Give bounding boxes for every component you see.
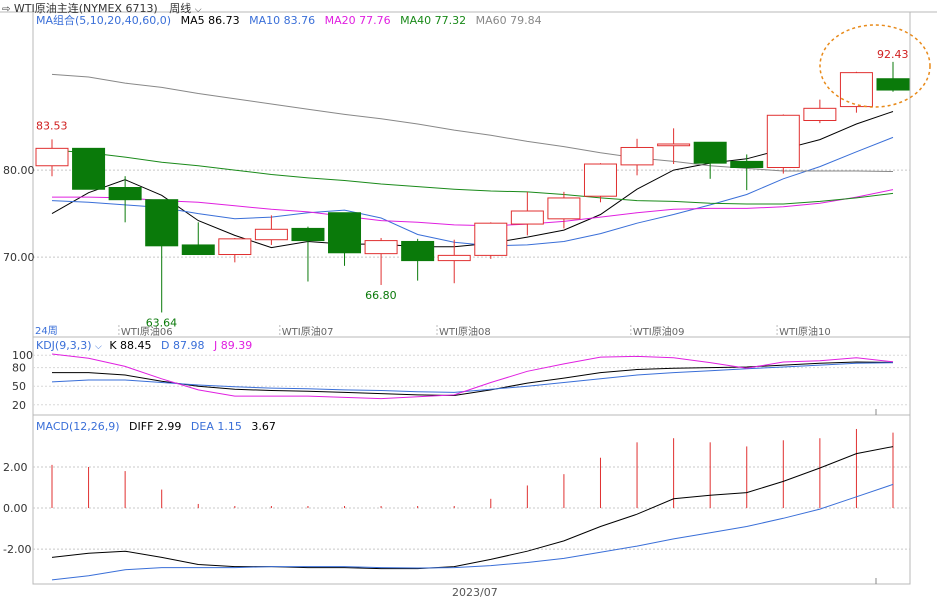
ma60-value: MA60 79.84 xyxy=(475,14,542,27)
candle-body xyxy=(693,141,727,164)
kdj-d-value: D 87.98 xyxy=(161,339,205,352)
macd-hist-value: 3.67 xyxy=(251,420,276,433)
ma5-value: MA5 86.73 xyxy=(180,14,240,27)
time-axis-label: WTI原油07 xyxy=(282,325,334,338)
main-y-tick-label: 70.00 xyxy=(3,251,35,264)
time-axis-label: WTI原油09 xyxy=(633,325,685,338)
kdj-line-j xyxy=(51,353,894,400)
candle-body xyxy=(839,72,873,108)
main-y-tick-label: 80.00 xyxy=(3,164,35,177)
candle-body xyxy=(254,228,288,241)
main-panel-frame xyxy=(32,11,911,338)
kdj-y-tick-label: 100 xyxy=(12,349,33,362)
candle-body xyxy=(35,147,69,167)
time-axis-label: WTI原油08 xyxy=(439,325,491,338)
highlight-ellipse xyxy=(819,24,931,108)
macd-line-dea xyxy=(51,483,894,581)
kdj-legend-label[interactable]: KDJ(9,3,3) xyxy=(36,339,92,352)
ma-legend: MA组合(5,10,20,40,60,0) MA5 86.73 MA10 83.… xyxy=(36,14,542,27)
macd-legend-label[interactable]: MACD(12,26,9) xyxy=(36,420,120,433)
time-axis-label: WTI原油10 xyxy=(779,325,831,338)
kline-chart: 70.0080.00205080100-2.000.002.00WTI原油06 W… xyxy=(0,11,937,585)
candle-body xyxy=(145,199,179,247)
candle-body xyxy=(401,240,435,262)
macd-diff-value: DIFF 2.99 xyxy=(129,420,182,433)
macd-panel-frame xyxy=(32,414,911,585)
candle-body xyxy=(291,227,325,242)
ma-legend-label[interactable]: MA组合(5,10,20,40,60,0) xyxy=(36,14,171,27)
candle-body xyxy=(364,240,398,255)
kdj-k-value: K 88.45 xyxy=(109,339,152,352)
candle-body xyxy=(474,222,508,256)
candle-body xyxy=(328,212,362,254)
price-label-low: 66.80 xyxy=(365,289,397,302)
ma20-value: MA20 77.76 xyxy=(324,14,391,27)
kdj-legend: KDJ(9,3,3) ⌵ K 88.45 D 87.98 J 89.39 xyxy=(36,339,252,354)
candle-body xyxy=(730,160,764,168)
macd-y-tick-label: 0.00 xyxy=(3,502,28,515)
candle-body xyxy=(766,114,800,168)
kdj-y-tick-label: 80 xyxy=(12,362,26,375)
candle-body xyxy=(547,197,581,220)
candle-body xyxy=(108,187,142,201)
macd-y-tick-label: -2.00 xyxy=(3,543,31,556)
candle-body xyxy=(510,210,544,225)
price-label-high: 92.43 xyxy=(877,48,909,61)
candle-body xyxy=(72,147,106,190)
candle-body xyxy=(181,244,215,256)
candle-body xyxy=(803,107,837,122)
bottom-date: 2023/07 xyxy=(452,586,498,599)
ma10-value: MA10 83.76 xyxy=(249,14,316,27)
candle-body xyxy=(218,238,252,256)
candle-body xyxy=(657,143,691,147)
candle-body xyxy=(876,78,910,91)
kdj-y-tick-label: 20 xyxy=(12,399,26,412)
candle-body xyxy=(437,254,471,262)
period-marker: 24周 xyxy=(35,325,58,337)
kdj-j-value: J 89.39 xyxy=(214,339,253,352)
macd-y-tick-label: 2.00 xyxy=(3,461,28,474)
ma40-value: MA40 77.32 xyxy=(400,14,467,27)
candle-body xyxy=(620,146,654,166)
macd-legend: MACD(12,26,9) DIFF 2.99 DEA 1.15 3.67 xyxy=(36,420,276,433)
price-label-high: 83.53 xyxy=(36,119,68,132)
candle-body xyxy=(583,163,617,197)
kdj-y-tick-label: 50 xyxy=(12,380,26,393)
price-label-low: 63.64 xyxy=(146,316,178,329)
arrow-icon[interactable]: ⇨ xyxy=(2,4,10,15)
macd-dea-value: DEA 1.15 xyxy=(190,420,242,433)
chevron-down-icon[interactable]: ⌵ xyxy=(95,342,102,352)
